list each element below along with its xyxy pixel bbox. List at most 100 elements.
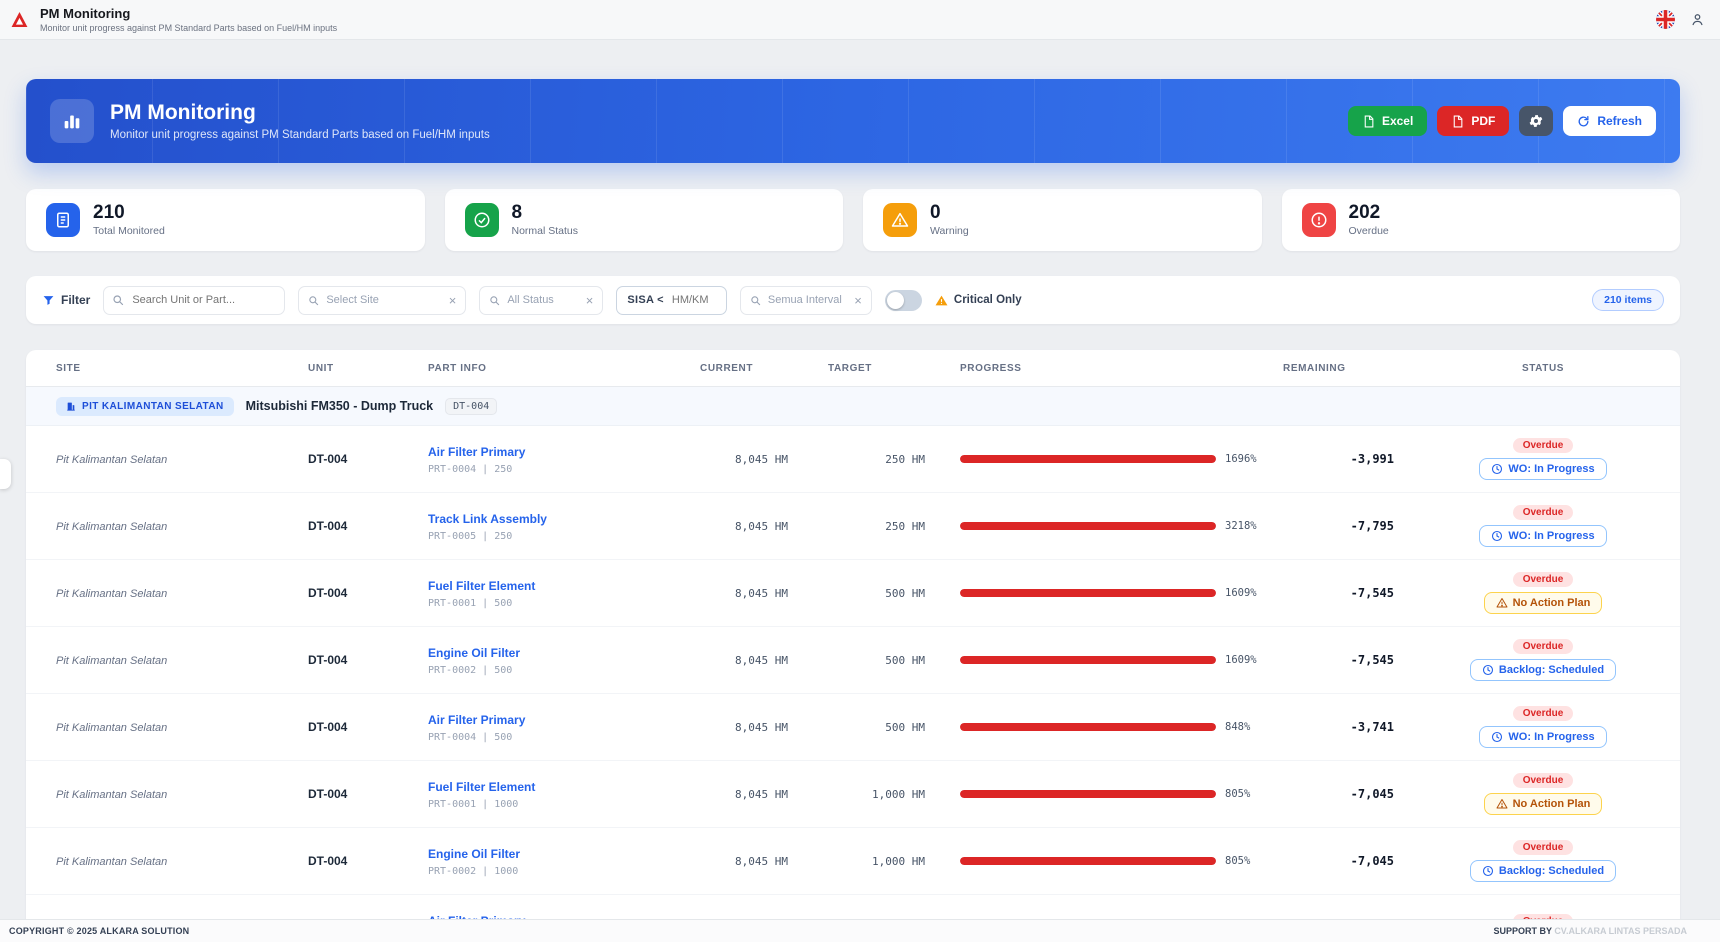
progress-bar (960, 857, 1216, 865)
action-badge-label: WO: In Progress (1508, 530, 1594, 542)
status-select[interactable]: All Status × (479, 286, 603, 315)
clock-icon (1491, 463, 1503, 475)
row-remaining: -7,795 (1266, 519, 1406, 533)
part-link[interactable]: Air Filter Primary (428, 445, 525, 459)
part-link[interactable]: Fuel Filter Element (428, 579, 535, 593)
action-badge-label: No Action Plan (1513, 798, 1591, 810)
unit-group-row: PIT KALIMANTAN SELATAN Mitsubishi FM350 … (26, 387, 1680, 426)
stat-value: 210 (93, 203, 165, 224)
app-titles: PM Monitoring Monitor unit progress agai… (40, 6, 337, 33)
refresh-icon (1577, 115, 1590, 128)
part-link[interactable]: Engine Oil Filter (428, 847, 520, 861)
user-icon[interactable] (1690, 12, 1705, 27)
stat-cards: 210 Total Monitored 8 Normal Status 0 Wa… (26, 189, 1680, 251)
warning-triangle-icon (935, 294, 948, 307)
sisa-filter: SISA < (616, 286, 727, 315)
sidebar-handle[interactable] (0, 459, 11, 489)
pdf-export-button[interactable]: PDF (1437, 106, 1509, 136)
row-remaining: -7,545 (1266, 586, 1406, 600)
excel-export-button[interactable]: Excel (1348, 106, 1427, 136)
alert-circle-icon (1302, 203, 1336, 237)
site-select-placeholder: Select Site (326, 294, 379, 306)
part-code: PRT-0002 | 500 (428, 665, 686, 677)
progress-bar (960, 522, 1216, 530)
unit-code-chip: DT-004 (445, 398, 497, 415)
action-badge[interactable]: No Action Plan (1484, 793, 1603, 815)
page-subtitle: Monitor unit progress against PM Standar… (110, 129, 490, 141)
critical-only-label: Critical Only (935, 294, 1022, 307)
search-input[interactable] (103, 286, 285, 315)
status-badge: Overdue (1513, 706, 1574, 721)
row-current: 8,045 HM (686, 587, 816, 600)
row-remaining: -7,545 (1266, 653, 1406, 667)
part-code: PRT-0004 | 250 (428, 464, 686, 476)
critical-only-toggle[interactable] (885, 290, 922, 311)
stat-card-overdue: 202 Overdue (1282, 189, 1681, 251)
progress-bar-fill (960, 723, 1216, 731)
row-current: 8,045 HM (686, 520, 816, 533)
col-unit: UNIT (278, 363, 398, 374)
toggle-knob (887, 292, 904, 309)
interval-select[interactable]: Semua Interval × (740, 286, 872, 315)
sisa-input[interactable] (670, 293, 716, 307)
col-progress: PROGRESS (931, 363, 1266, 374)
support-value: CV.ALKARA LINTAS PERSADA (1554, 926, 1687, 936)
refresh-button[interactable]: Refresh (1563, 106, 1656, 136)
row-site: Pit Kalimantan Selatan (56, 521, 167, 533)
status-badge: Overdue (1513, 572, 1574, 587)
row-unit: DT-004 (308, 452, 347, 466)
progress-percent-label: 1609% (1225, 654, 1257, 666)
col-status: STATUS (1406, 363, 1680, 374)
table-row: Pit Kalimantan Selatan DT-004 Fuel Filte… (26, 761, 1680, 828)
row-site: Pit Kalimantan Selatan (56, 789, 167, 801)
page-header: PM Monitoring Monitor unit progress agai… (26, 79, 1680, 163)
row-site: Pit Kalimantan Selatan (56, 655, 167, 667)
clear-icon[interactable]: × (854, 294, 862, 307)
part-link[interactable]: Track Link Assembly (428, 512, 547, 526)
action-badge[interactable]: Backlog: Scheduled (1470, 860, 1616, 882)
gear-icon (1528, 113, 1544, 129)
warning-icon (1496, 597, 1508, 609)
clear-icon[interactable]: × (586, 294, 594, 307)
part-code: PRT-0005 | 250 (428, 531, 686, 543)
progress-bar (960, 455, 1216, 463)
refresh-button-label: Refresh (1597, 114, 1642, 128)
action-badge[interactable]: Backlog: Scheduled (1470, 659, 1616, 681)
stat-value: 202 (1349, 203, 1389, 224)
search-field (103, 286, 285, 315)
part-link[interactable]: Air Filter Primary (428, 713, 525, 727)
filter-label: Filter (42, 293, 90, 307)
part-link[interactable]: Fuel Filter Element (428, 780, 535, 794)
stat-label: Normal Status (512, 225, 579, 237)
progress-percent-label: 3218% (1225, 520, 1257, 532)
action-badge[interactable]: No Action Plan (1484, 592, 1603, 614)
clear-icon[interactable]: × (449, 294, 457, 307)
row-unit: DT-004 (308, 854, 347, 868)
row-remaining: -7,045 (1266, 787, 1406, 801)
building-icon (66, 401, 76, 411)
uk-flag-icon[interactable] (1656, 10, 1675, 29)
progress-bar (960, 790, 1216, 798)
clipboard-icon (46, 203, 80, 237)
row-site: Pit Kalimantan Selatan (56, 722, 167, 734)
progress-bar-fill (960, 589, 1216, 597)
action-badge[interactable]: WO: In Progress (1479, 726, 1606, 748)
copyright-text: COPYRIGHT © 2025 ALKARA SOLUTION (9, 926, 189, 936)
table-row: Pit Kalimantan Selatan DT-004 Air Filter… (26, 694, 1680, 761)
clock-icon (1491, 731, 1503, 743)
items-count-badge: 210 items (1592, 289, 1664, 311)
part-link[interactable]: Engine Oil Filter (428, 646, 520, 660)
action-badge[interactable]: WO: In Progress (1479, 458, 1606, 480)
action-badge-label: No Action Plan (1513, 597, 1591, 609)
settings-button[interactable] (1519, 106, 1553, 136)
row-current: 8,045 HM (686, 721, 816, 734)
site-select[interactable]: Select Site × (298, 286, 466, 315)
action-badge[interactable]: WO: In Progress (1479, 525, 1606, 547)
row-target: 250 HM (816, 453, 931, 466)
check-circle-icon (465, 203, 499, 237)
action-badge-label: WO: In Progress (1508, 463, 1594, 475)
app-logo (10, 10, 30, 30)
row-current: 8,045 HM (686, 788, 816, 801)
file-icon (1451, 115, 1464, 128)
row-unit: DT-004 (308, 519, 347, 533)
